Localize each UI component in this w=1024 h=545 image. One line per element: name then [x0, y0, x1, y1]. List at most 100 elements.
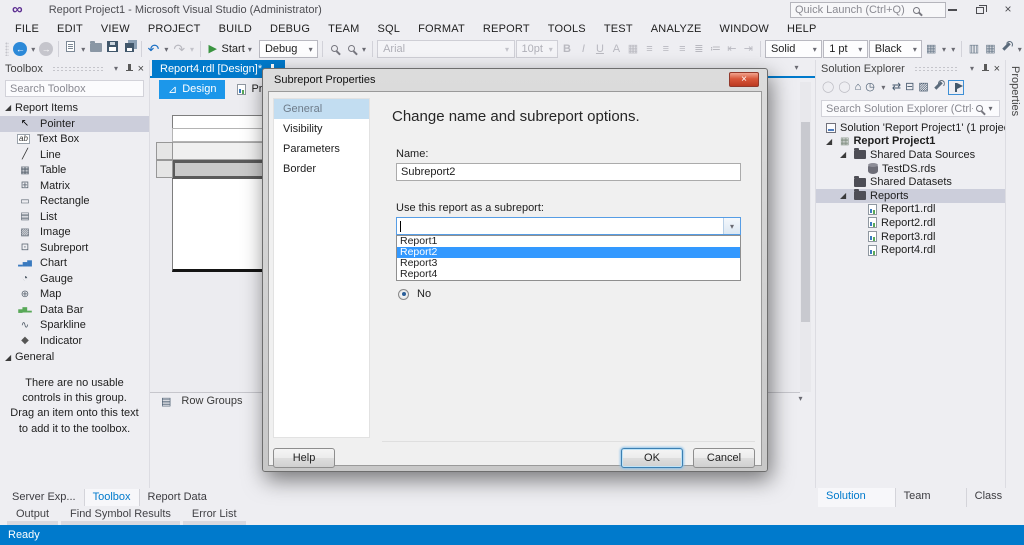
- menu-debug[interactable]: DEBUG: [261, 20, 319, 38]
- menu-sql[interactable]: SQL: [368, 20, 409, 38]
- tree-item-report3[interactable]: Report3.rdl: [816, 230, 1005, 244]
- bold-button[interactable]: B: [559, 39, 574, 59]
- expander-icon[interactable]: ◢: [840, 150, 850, 159]
- toolbox-search-input[interactable]: [10, 82, 152, 95]
- menu-format[interactable]: FORMAT: [409, 20, 474, 38]
- tree-item-shared-data-sources[interactable]: ◢ Shared Data Sources: [816, 148, 1005, 162]
- quick-launch-input[interactable]: [795, 4, 913, 16]
- toolbox-item-map[interactable]: ⊕ Map: [0, 287, 149, 303]
- align-left-button[interactable]: ≡: [642, 39, 657, 59]
- back-icon[interactable]: ◯: [822, 79, 834, 95]
- menu-test[interactable]: TEST: [595, 20, 642, 38]
- undo-button[interactable]: ↶: [146, 39, 161, 59]
- toolbox-group-general[interactable]: ◢ General: [0, 349, 149, 366]
- tab-find-symbol-results[interactable]: Find Symbol Results: [61, 507, 180, 525]
- quick-launch-box[interactable]: [790, 2, 946, 18]
- dialog-title-bar[interactable]: Subreport Properties: [263, 69, 767, 91]
- save-button[interactable]: [105, 39, 120, 59]
- nav-parameters[interactable]: Parameters: [274, 139, 369, 159]
- border-color-combo[interactable]: Black ▾: [868, 40, 923, 58]
- combo-dropdown-button[interactable]: ▾: [723, 218, 740, 234]
- menu-team[interactable]: TEAM: [319, 20, 368, 38]
- toolbox-item-rectangle[interactable]: ▭ Rectangle: [0, 194, 149, 210]
- back-dropdown[interactable]: ▾: [29, 45, 37, 54]
- toolbar-overflow[interactable]: ▾: [360, 45, 368, 54]
- bulleted-list-button[interactable]: ≔: [708, 39, 723, 59]
- preview-selected-items-button[interactable]: [947, 79, 964, 95]
- toolbar-overflow[interactable]: ▾: [1016, 45, 1024, 54]
- start-dropdown[interactable]: ▾: [246, 45, 254, 54]
- redo-button[interactable]: ↷: [171, 39, 186, 59]
- borders-button[interactable]: ▦: [923, 39, 938, 59]
- tree-item-shared-datasets[interactable]: Shared Datasets: [816, 175, 1005, 189]
- new-item-dropdown[interactable]: ▾: [79, 45, 87, 54]
- find-button[interactable]: [327, 39, 342, 59]
- toolbox-group-report-items[interactable]: ◢ Report Items: [0, 99, 149, 116]
- show-all-files-icon[interactable]: ▨: [918, 79, 928, 95]
- row-handle[interactable]: [156, 142, 173, 160]
- menu-edit[interactable]: EDIT: [48, 20, 92, 38]
- option-report1[interactable]: Report1: [397, 236, 740, 247]
- font-size-combo[interactable]: 10pt ▾: [515, 40, 559, 58]
- border-width-combo[interactable]: 1 pt ▾: [823, 40, 868, 58]
- toolbox-item-matrix[interactable]: ⊞ Matrix: [0, 178, 149, 194]
- search-icon[interactable]: [913, 6, 920, 14]
- row-handle[interactable]: [156, 160, 173, 178]
- tree-item-report4[interactable]: Report4.rdl: [816, 243, 1005, 257]
- new-item-button[interactable]: [63, 39, 78, 59]
- borders-dropdown[interactable]: ▾: [940, 45, 948, 54]
- nav-border[interactable]: Border: [274, 159, 369, 179]
- subreport-name-input[interactable]: [396, 163, 741, 181]
- window-position-dropdown[interactable]: ▾: [112, 64, 121, 73]
- collapse-all-icon[interactable]: ⊟: [905, 79, 914, 95]
- open-file-button[interactable]: [88, 39, 103, 59]
- align-center-button[interactable]: ≡: [658, 39, 673, 59]
- tab-list-dropdown[interactable]: ▾: [792, 63, 801, 72]
- toolbox-item-indicator[interactable]: ◆ Indicator: [0, 333, 149, 349]
- border-style-combo[interactable]: Solid ▾: [764, 40, 823, 58]
- foreground-color-button[interactable]: A: [609, 39, 624, 59]
- sync-with-active-document-icon[interactable]: ⇄: [892, 79, 901, 95]
- undo-dropdown[interactable]: ▾: [162, 45, 170, 54]
- expander-icon[interactable]: ◢: [5, 353, 15, 362]
- tree-item-report2[interactable]: Report2.rdl: [816, 216, 1005, 230]
- option-report4[interactable]: Report4: [397, 269, 740, 280]
- toolbox-item-list[interactable]: ▤ List: [0, 209, 149, 225]
- tree-item-solution[interactable]: Solution 'Report Project1' (1 project): [816, 121, 1016, 135]
- toolbox-item-gauge[interactable]: ◔ Gauge: [0, 271, 149, 287]
- toolbox-item-sparkline[interactable]: ∿ Sparkline: [0, 318, 149, 334]
- cancel-button[interactable]: Cancel: [693, 448, 755, 468]
- navigate-forward-button[interactable]: →: [38, 39, 54, 59]
- tree-item-testds[interactable]: TestDS.rds: [816, 162, 1005, 176]
- menu-project[interactable]: PROJECT: [139, 20, 210, 38]
- minimize-button[interactable]: [938, 0, 966, 18]
- italic-button[interactable]: I: [576, 39, 591, 59]
- option-report2[interactable]: Report2: [397, 247, 740, 258]
- editor-scrollbar[interactable]: [800, 82, 811, 392]
- nav-general[interactable]: General: [274, 99, 369, 119]
- toolbar-grip[interactable]: [5, 42, 9, 56]
- navigate-back-button[interactable]: ←: [13, 39, 28, 59]
- tab-server-explorer[interactable]: Server Exp...: [4, 489, 85, 506]
- tab-error-list[interactable]: Error List: [183, 507, 246, 525]
- font-family-combo[interactable]: Arial ▾: [377, 40, 515, 58]
- ok-button[interactable]: OK: [621, 448, 683, 468]
- tab-properties[interactable]: Properties: [1009, 66, 1021, 116]
- menu-help[interactable]: HELP: [778, 20, 826, 38]
- numbered-list-button[interactable]: ≣: [691, 39, 706, 59]
- start-debug-icon[interactable]: ▶: [205, 39, 220, 59]
- align-right-button[interactable]: ≡: [675, 39, 690, 59]
- underline-button[interactable]: U: [592, 39, 607, 59]
- solution-configurations-combo[interactable]: Debug ▾: [258, 40, 319, 58]
- menu-file[interactable]: FILE: [6, 20, 48, 38]
- wrench-icon[interactable]: [999, 39, 1014, 59]
- tab-output[interactable]: Output: [7, 507, 58, 525]
- window-position-dropdown[interactable]: ▾: [968, 64, 977, 73]
- tab-report-data[interactable]: Report Data: [140, 489, 215, 506]
- menu-tools[interactable]: TOOLS: [539, 20, 595, 38]
- search-dropdown[interactable]: ▾: [986, 104, 995, 113]
- forward-icon[interactable]: ◯: [838, 79, 850, 95]
- character-spacing-button[interactable]: ▦: [625, 39, 640, 59]
- close-icon[interactable]: ×: [138, 63, 144, 75]
- drag-handle[interactable]: [913, 66, 959, 71]
